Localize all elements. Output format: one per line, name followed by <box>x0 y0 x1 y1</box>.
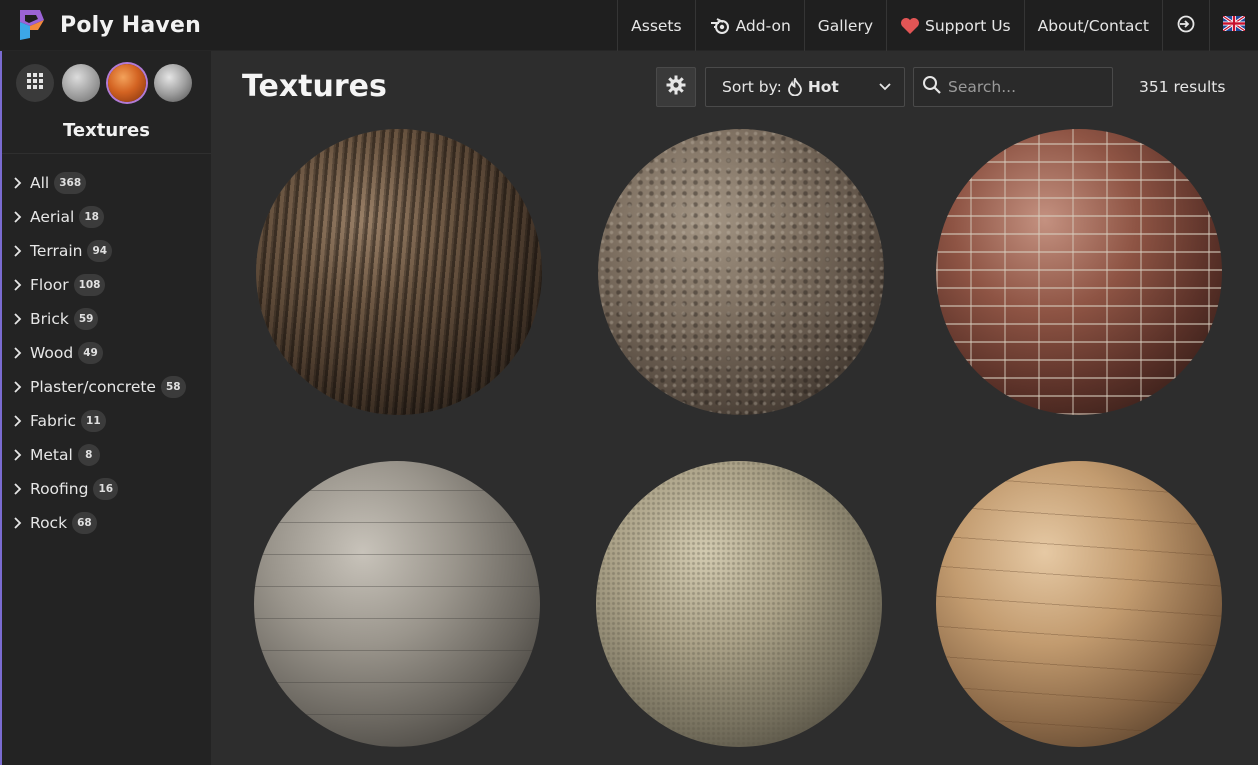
nav-menu: Assets Add-on Gallery Support Us About/C… <box>617 0 1258 51</box>
category-label: Terrain <box>30 242 83 260</box>
nav-assets[interactable]: Assets <box>617 0 694 51</box>
hdris-button[interactable] <box>62 64 100 102</box>
category-label: Plaster/concrete <box>30 378 156 396</box>
category-label: Roofing <box>30 480 89 498</box>
category-count: 368 <box>54 172 87 194</box>
asset-grid <box>251 129 1231 765</box>
login-icon <box>1176 14 1196 38</box>
login-button[interactable] <box>1162 0 1209 51</box>
page-title: Textures <box>242 69 387 104</box>
search-box <box>913 67 1113 107</box>
nav-gallery[interactable]: Gallery <box>803 0 886 51</box>
gear-icon <box>666 75 686 99</box>
category-count: 16 <box>93 478 119 500</box>
asset-card-gravel[interactable] <box>598 129 884 415</box>
category-label: Aerial <box>30 208 75 226</box>
asset-card-concrete[interactable] <box>254 461 540 747</box>
category-count: 8 <box>77 444 100 466</box>
chevron-right-icon <box>14 313 24 325</box>
language-button[interactable] <box>1209 0 1258 51</box>
sidebar-item-rock[interactable]: Rock 68 <box>2 506 211 540</box>
main-content: Textures Sort by: Hot 351 results <box>211 51 1258 765</box>
sidebar-item-terrain[interactable]: Terrain 94 <box>2 234 211 268</box>
nav-addon[interactable]: Add-on <box>694 0 804 51</box>
models-button[interactable] <box>154 64 192 102</box>
chevron-down-icon <box>878 80 892 94</box>
logo-icon <box>20 10 44 40</box>
category-count: 108 <box>73 274 106 296</box>
chevron-right-icon <box>14 347 24 359</box>
textures-button[interactable] <box>108 64 146 102</box>
category-label: Floor <box>30 276 69 294</box>
flag-uk-icon <box>1222 14 1246 35</box>
sidebar: Textures All 368 Aerial 18 Terrain 94 Floor… <box>0 51 211 765</box>
nav-gallery-label: Gallery <box>817 16 874 35</box>
nav-assets-label: Assets <box>631 16 682 35</box>
nav-support-label: Support Us <box>925 16 1011 35</box>
sidebar-item-aerial[interactable]: Aerial 18 <box>2 200 211 234</box>
nav-addon-label: Add-on <box>735 16 791 35</box>
category-label: Metal <box>30 446 73 464</box>
chevron-right-icon <box>14 279 24 291</box>
blender-icon <box>709 17 731 35</box>
chevron-right-icon <box>14 483 24 495</box>
chevron-right-icon <box>14 245 24 257</box>
chevron-right-icon <box>14 415 24 427</box>
brand-name: Poly Haven <box>60 12 201 38</box>
category-list: All 368 Aerial 18 Terrain 94 Floor 108 Brick… <box>2 154 211 540</box>
sidebar-title: Textures <box>2 120 211 154</box>
chevron-right-icon <box>14 517 24 529</box>
category-count: 11 <box>81 410 106 432</box>
category-label: Brick <box>30 310 69 328</box>
category-count: 18 <box>79 206 104 228</box>
sort-value: Hot <box>807 78 839 96</box>
top-nav: Poly Haven Assets Add-on Gallery Support… <box>0 0 1258 51</box>
sidebar-item-floor[interactable]: Floor 108 <box>2 268 211 302</box>
asset-card-wood-floor[interactable] <box>936 461 1222 747</box>
settings-button[interactable] <box>656 67 696 107</box>
sidebar-item-wood[interactable]: Wood 49 <box>2 336 211 370</box>
asset-card-brick[interactable] <box>936 129 1222 415</box>
nav-about-label: About/Contact <box>1037 16 1149 35</box>
sidebar-item-all[interactable]: All 368 <box>2 166 211 200</box>
nav-about[interactable]: About/Contact <box>1023 0 1162 51</box>
category-count: 49 <box>78 342 103 364</box>
category-label: All <box>30 174 50 192</box>
category-label: Fabric <box>30 412 77 430</box>
grid-icon <box>26 72 44 94</box>
search-input[interactable] <box>948 78 1108 96</box>
sidebar-item-plaster-concrete[interactable]: Plaster/concrete 58 <box>2 370 211 404</box>
asset-type-switcher <box>2 51 211 102</box>
chevron-right-icon <box>14 177 24 189</box>
flame-icon <box>787 78 802 96</box>
chevron-right-icon <box>14 381 24 393</box>
brand-logo[interactable]: Poly Haven <box>0 0 201 51</box>
sidebar-item-metal[interactable]: Metal 8 <box>2 438 211 472</box>
category-count: 58 <box>160 376 186 398</box>
category-count: 68 <box>72 512 97 534</box>
sidebar-item-fabric[interactable]: Fabric 11 <box>2 404 211 438</box>
category-count: 59 <box>73 308 99 330</box>
asset-card-bark[interactable] <box>256 129 542 415</box>
nav-support[interactable]: Support Us <box>886 0 1024 51</box>
category-label: Rock <box>30 514 68 532</box>
chevron-right-icon <box>14 449 24 461</box>
results-count: 351 results <box>1139 78 1226 96</box>
sort-dropdown[interactable]: Sort by: Hot <box>705 67 905 107</box>
sidebar-item-brick[interactable]: Brick 59 <box>2 302 211 336</box>
asset-card-plaster[interactable] <box>596 461 882 747</box>
all-types-button[interactable] <box>16 64 54 102</box>
heart-icon <box>900 17 920 35</box>
category-count: 94 <box>87 240 113 262</box>
chevron-right-icon <box>14 211 24 223</box>
search-icon <box>922 75 942 99</box>
category-label: Wood <box>30 344 74 362</box>
sidebar-item-roofing[interactable]: Roofing 16 <box>2 472 211 506</box>
sort-label: Sort by: <box>722 78 782 96</box>
